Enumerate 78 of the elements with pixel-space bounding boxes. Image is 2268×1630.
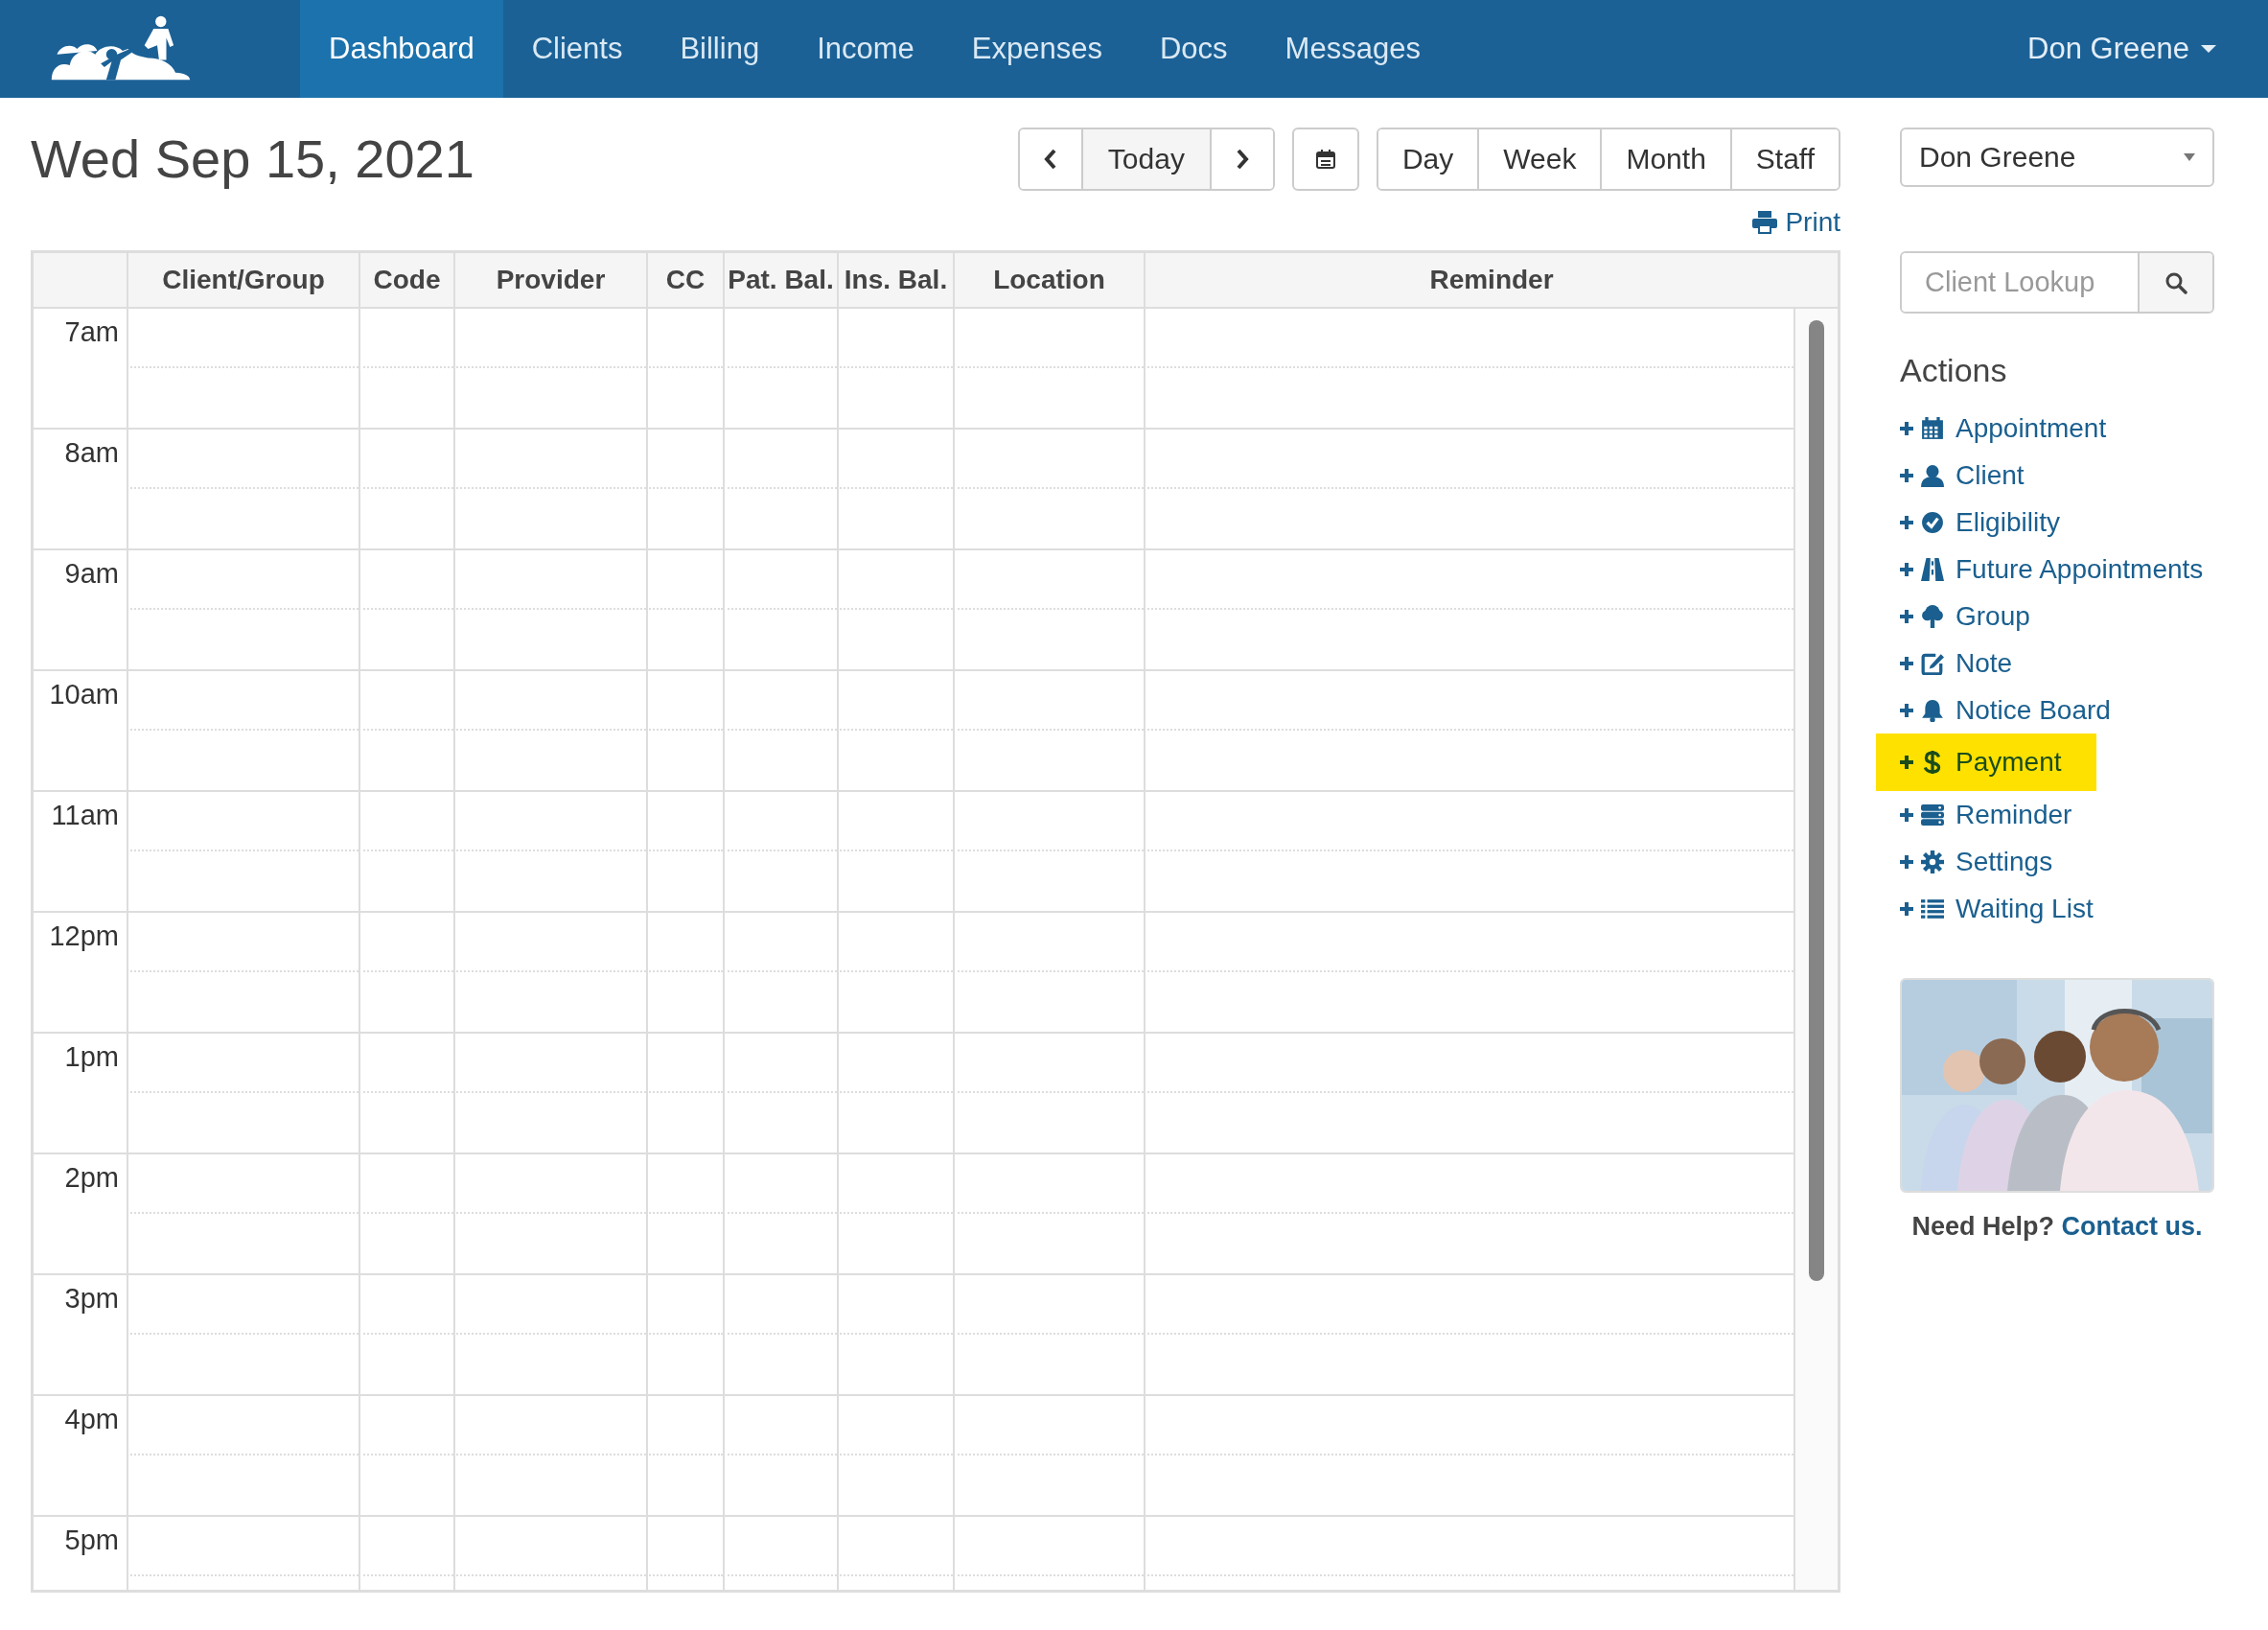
list-icon <box>1921 896 1944 920</box>
view-button[interactable]: Staff <box>1729 129 1839 189</box>
caret-icon <box>2201 45 2216 53</box>
server-icon <box>1921 803 1944 827</box>
plus-icon <box>1900 901 1913 916</box>
settings-icon <box>1921 850 1944 873</box>
calendar-icon <box>1314 149 1336 170</box>
action-link[interactable]: Future Appointments <box>1876 546 2208 593</box>
provider-select[interactable]: Don Greene <box>1900 128 2214 187</box>
nav-tab[interactable]: Docs <box>1130 0 1257 98</box>
time-label: 10am <box>49 679 119 710</box>
action-link[interactable]: Notice Board <box>1876 687 2115 734</box>
action-link[interactable]: Waiting List <box>1876 885 2097 932</box>
chevron-left-icon <box>1042 149 1058 170</box>
bell-icon <box>1921 698 1944 722</box>
scrollbar-thumb[interactable] <box>1809 320 1824 1281</box>
next-button[interactable] <box>1209 129 1273 189</box>
tree-icon <box>1921 604 1944 628</box>
time-label: 2pm <box>64 1162 119 1194</box>
nav-tab[interactable]: Clients <box>502 0 652 98</box>
action-link[interactable]: Settings <box>1876 838 2057 885</box>
action-link[interactable]: Note <box>1876 640 2017 687</box>
print-link[interactable]: Print <box>1752 204 1840 241</box>
contact-link[interactable]: Contact us. <box>2061 1212 2203 1241</box>
plus-icon <box>1900 703 1913 717</box>
column-header: CC <box>646 253 723 309</box>
road-icon <box>1921 557 1944 581</box>
user-icon <box>1921 463 1944 487</box>
actions-heading: Actions <box>1900 352 2008 389</box>
plus-icon <box>1900 756 1913 769</box>
nav-tab[interactable]: Income <box>788 0 943 98</box>
search-button[interactable] <box>2138 253 2212 312</box>
column-header: Code <box>359 253 453 309</box>
search-icon <box>2164 270 2187 294</box>
plus-icon <box>1900 421 1913 435</box>
user-menu[interactable]: Don Greene <box>2027 0 2216 98</box>
column-header: Location <box>953 253 1144 309</box>
date-title: Wed Sep 15, 2021 <box>31 128 474 191</box>
time-label: 11am <box>51 800 119 831</box>
time-label: 1pm <box>64 1041 119 1073</box>
nav-tab[interactable]: Expenses <box>942 0 1131 98</box>
action-link[interactable]: Client <box>1876 452 2028 499</box>
time-label: 12pm <box>49 920 119 952</box>
check-circle-icon <box>1921 510 1944 534</box>
dropdown-arrow-icon <box>2184 153 2195 161</box>
time-label: 8am <box>64 437 119 469</box>
nav-tab[interactable]: Dashboard <box>300 0 503 98</box>
column-header: Ins. Bal. <box>837 253 953 309</box>
time-label: 5pm <box>64 1525 119 1556</box>
calendar-icon <box>1921 416 1944 440</box>
time-label: 3pm <box>64 1283 119 1315</box>
time-label: 9am <box>64 558 119 590</box>
plus-icon <box>1900 656 1913 670</box>
client-lookup-field[interactable]: Client Lookup <box>1900 251 2214 314</box>
help-text: Need Help? Contact us. <box>1910 1212 2204 1242</box>
action-link[interactable]: Reminder <box>1876 791 2076 838</box>
printer-icon <box>1752 211 1778 234</box>
plus-icon <box>1900 515 1913 529</box>
column-header: Provider <box>453 253 646 309</box>
action-link[interactable]: Group <box>1876 593 2034 640</box>
plus-icon <box>1900 562 1913 576</box>
nav-tab[interactable]: Messages <box>1256 0 1449 98</box>
action-link[interactable]: Appointment <box>1876 405 2111 452</box>
time-label: 4pm <box>64 1404 119 1435</box>
time-label: 7am <box>64 316 119 348</box>
edit-icon <box>1921 651 1944 675</box>
plus-icon <box>1900 468 1913 482</box>
plus-icon <box>1900 609 1913 623</box>
plus-icon <box>1900 807 1913 822</box>
calendar-button[interactable] <box>1291 128 1359 191</box>
plus-icon <box>1900 854 1913 869</box>
column-header: Reminder <box>1144 253 1838 309</box>
action-link[interactable]: Payment <box>1876 734 2096 791</box>
column-header: Pat. Bal. <box>723 253 837 309</box>
column-header: Client/Group <box>127 253 359 309</box>
today-button[interactable]: Today <box>1080 129 1210 189</box>
action-link[interactable]: Eligibility <box>1876 499 2064 546</box>
nav-tab[interactable]: Billing <box>651 0 789 98</box>
